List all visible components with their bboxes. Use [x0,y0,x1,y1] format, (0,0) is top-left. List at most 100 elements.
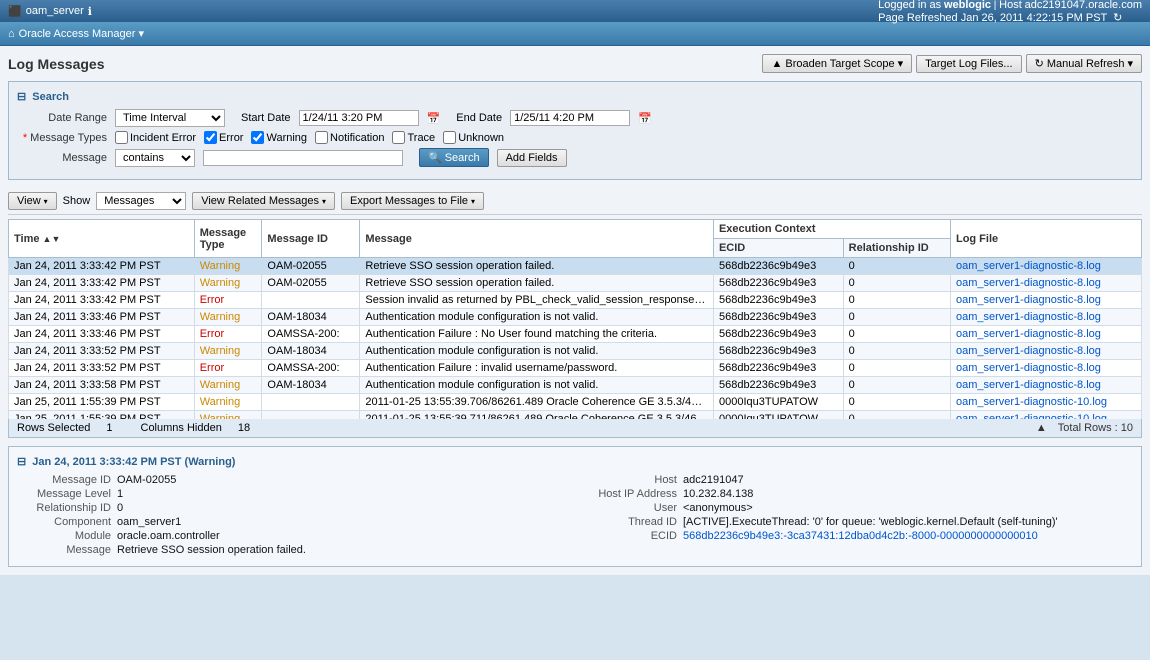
scroll-up-icon[interactable]: ▲ [1036,422,1047,434]
detail-message-level-value: 1 [117,488,123,500]
cell-message: Authentication Failure : No User found m… [360,326,714,343]
cell-rel-id: 0 [843,326,950,343]
end-date-input[interactable] [510,110,630,126]
export-messages-button[interactable]: Export Messages to File ▾ [341,192,484,210]
detail-message-id-label: Message ID [17,474,117,486]
add-fields-button[interactable]: Add Fields [497,149,567,167]
col-message[interactable]: Message [360,220,714,258]
table-row[interactable]: Jan 25, 2011 1:55:39 PM PST Warning 2011… [9,411,1142,420]
page-header: Log Messages ▲ Broaden Target Scope ▾ Ta… [8,54,1142,73]
cell-message: Session invalid as returned by PBL_check… [360,292,714,309]
detail-host-value: adc2191047 [683,474,744,486]
type-warning[interactable]: Warning [251,131,307,144]
col-time[interactable]: Time ▲▼ [9,220,195,258]
calendar-icon-end[interactable]: 📅 [638,112,652,125]
detail-panel-header[interactable]: ⊟ Jan 24, 2011 3:33:42 PM PST (Warning) [17,455,1133,468]
detail-relationship-id-row: Relationship ID 0 [17,502,567,514]
table-row[interactable]: Jan 24, 2011 3:33:52 PM PST Error OAMSSA… [9,360,1142,377]
cell-log-file: oam_server1-diagnostic-8.log [950,275,1141,292]
table-row[interactable]: Jan 24, 2011 3:33:52 PM PST Warning OAM-… [9,343,1142,360]
table-row[interactable]: Jan 24, 2011 3:33:42 PM PST Error Sessio… [9,292,1142,309]
message-types-row: Message Types Incident Error Error Warni… [17,131,1133,144]
cell-ecid: 568db2236c9b49e3 [713,258,843,275]
table-header-row: Time ▲▼ MessageType Message ID Message E… [9,220,1142,239]
calendar-icon-start[interactable]: 📅 [427,112,441,125]
message-contains-select[interactable]: contains starts with [115,149,195,167]
search-icon: 🔍 [428,151,442,164]
col-message-type[interactable]: MessageType [194,220,262,258]
detail-user-row: User <anonymous> [583,502,1133,514]
col-message-id[interactable]: Message ID [262,220,360,258]
cell-type: Error [194,292,262,309]
type-unknown[interactable]: Unknown [443,131,504,144]
search-panel-title: Search [32,91,69,103]
end-date-label: End Date [456,112,502,124]
cell-msg-id [262,411,360,420]
cell-msg-id: OAM-18034 [262,343,360,360]
view-related-messages-button[interactable]: View Related Messages ▾ [192,192,335,210]
cell-log-file: oam_server1-diagnostic-8.log [950,360,1141,377]
detail-host-ip-value: 10.232.84.138 [683,488,753,500]
host-label: Host [999,0,1022,11]
nav-dropdown-icon[interactable]: ▾ [138,27,144,40]
cell-time: Jan 24, 2011 3:33:46 PM PST [9,326,195,343]
nav-oracle-access-manager[interactable]: Oracle Access Manager ▾ [19,27,144,40]
col-relationship-id[interactable]: Relationship ID [843,239,950,258]
server-name: oam_server [26,5,84,17]
home-icon[interactable]: ⌂ [8,28,15,40]
search-button[interactable]: 🔍 Search [419,148,489,167]
table-row[interactable]: Jan 24, 2011 3:33:42 PM PST Warning OAM-… [9,258,1142,275]
cell-message: 2011-01-25 13:55:39.706/86261.489 Oracle… [360,394,714,411]
info-icon[interactable]: ℹ [88,5,92,18]
date-range-select[interactable]: Time Interval Most Recent Date Range [115,109,225,127]
refresh-icon[interactable]: ↻ [1113,12,1122,24]
detail-ecid-row: ECID 568db2236c9b49e3:-3ca37431:12dba0d4… [583,530,1133,542]
server-icon: ⬛ [8,5,22,18]
table-row[interactable]: Jan 25, 2011 1:55:39 PM PST Warning 2011… [9,394,1142,411]
cell-rel-id: 0 [843,360,950,377]
cell-msg-id: OAM-02055 [262,258,360,275]
type-notification[interactable]: Notification [315,131,384,144]
detail-header-text: Jan 24, 2011 3:33:42 PM PST (Warning) [32,456,235,468]
table-row[interactable]: Jan 24, 2011 3:33:46 PM PST Warning OAM-… [9,309,1142,326]
type-error[interactable]: Error [204,131,243,144]
search-panel: ⊟ Search Date Range Time Interval Most R… [8,81,1142,180]
search-panel-header[interactable]: ⊟ Search [17,90,1133,103]
table-row[interactable]: Jan 24, 2011 3:33:46 PM PST Error OAMSSA… [9,326,1142,343]
type-incident-error[interactable]: Incident Error [115,131,196,144]
col-log-file[interactable]: Log File [950,220,1141,258]
detail-thread-id-value: [ACTIVE].ExecuteThread: '0' for queue: '… [683,516,1058,528]
detail-ecid-label: ECID [583,530,683,542]
cell-log-file: oam_server1-diagnostic-8.log [950,326,1141,343]
table-row[interactable]: Jan 24, 2011 3:33:42 PM PST Warning OAM-… [9,275,1142,292]
cell-log-file: oam_server1-diagnostic-10.log [950,411,1141,420]
cell-type: Warning [194,258,262,275]
cell-type: Warning [194,377,262,394]
footer-right: ▲ Total Rows : 10 [1036,422,1133,434]
top-bar: ⬛ oam_server ℹ Logged in as weblogic | H… [0,0,1150,22]
detail-right-col: Host adc2191047 Host IP Address 10.232.8… [583,474,1133,558]
detail-ecid-link[interactable]: 568db2236c9b49e3:-3ca37431:12dba0d4c2b:-… [683,530,1038,542]
cell-time: Jan 24, 2011 3:33:46 PM PST [9,309,195,326]
cell-msg-id [262,292,360,309]
target-log-files-button[interactable]: Target Log Files... [916,55,1021,73]
footer-left: Rows Selected 1 Columns Hidden 18 [17,422,250,434]
view-button[interactable]: View ▾ [8,192,57,210]
message-input[interactable] [203,150,403,166]
manual-refresh-button[interactable]: ↻ Manual Refresh ▾ [1026,54,1142,73]
type-trace[interactable]: Trace [392,131,435,144]
table-row[interactable]: Jan 24, 2011 3:33:58 PM PST Warning OAM-… [9,377,1142,394]
start-date-input[interactable] [299,110,419,126]
detail-message-level-label: Message Level [17,488,117,500]
cell-type: Warning [194,343,262,360]
cell-rel-id: 0 [843,309,950,326]
detail-body: Message ID OAM-02055 Message Level 1 Rel… [17,474,1133,558]
cell-log-file: oam_server1-diagnostic-8.log [950,343,1141,360]
broaden-target-scope-button[interactable]: ▲ Broaden Target Scope ▾ [762,54,912,73]
sort-icon-time[interactable]: ▲▼ [43,234,61,244]
cell-message: Authentication module configuration is n… [360,377,714,394]
col-ecid[interactable]: ECID [713,239,843,258]
show-select[interactable]: Messages Targets [96,192,186,210]
detail-left-col: Message ID OAM-02055 Message Level 1 Rel… [17,474,567,558]
table-footer: Rows Selected 1 Columns Hidden 18 ▲ Tota… [8,419,1142,438]
